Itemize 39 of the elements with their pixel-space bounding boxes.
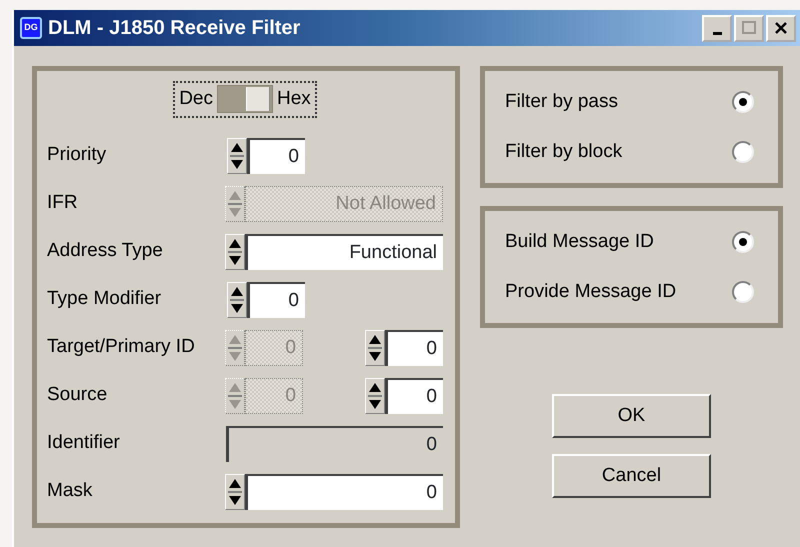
field-label: Priority <box>47 143 108 168</box>
field-label: Mask <box>47 479 94 504</box>
number-field[interactable]: 0 <box>245 474 443 510</box>
number-field[interactable]: Functional <box>245 234 443 270</box>
spin-button[interactable] <box>225 474 245 510</box>
field-label: IFR <box>47 191 79 216</box>
minimize-button[interactable] <box>702 14 732 42</box>
spin-button[interactable] <box>227 282 247 318</box>
option-label: Filter by block <box>505 140 622 164</box>
toggle-label: Hex <box>277 87 311 111</box>
dialog-button[interactable]: OK <box>552 394 711 438</box>
option-label: Build Message ID <box>505 230 654 254</box>
dialog-button[interactable]: Cancel <box>552 454 711 498</box>
app-icon: DG <box>20 17 42 39</box>
number-field[interactable]: 0 <box>247 138 305 174</box>
radio-button[interactable] <box>732 141 754 163</box>
window-title: DLM - J1850 Receive Filter <box>48 16 302 41</box>
number-field[interactable]: 0 <box>247 282 305 318</box>
close-button[interactable] <box>766 14 796 42</box>
readout-field: 0 <box>226 426 443 462</box>
radio-button[interactable] <box>732 91 754 113</box>
field-label: Target/Primary ID <box>47 335 196 360</box>
maximize-icon <box>741 20 757 36</box>
spin-button[interactable] <box>365 378 385 414</box>
spin-button[interactable] <box>365 330 385 366</box>
field-label: Identifier <box>47 431 121 456</box>
field-label: Source <box>47 383 108 408</box>
minimize-icon <box>712 32 722 34</box>
close-icon <box>773 20 789 36</box>
toggle-label: Dec <box>179 87 213 111</box>
field-label: Type Modifier <box>47 287 162 312</box>
option-label: Filter by pass <box>505 90 618 114</box>
option-label: Provide Message ID <box>505 280 676 304</box>
radio-button[interactable] <box>732 281 754 303</box>
spin-button[interactable] <box>227 138 247 174</box>
field-label: Address Type <box>47 239 164 264</box>
radio-button[interactable] <box>732 231 754 253</box>
spin-button[interactable] <box>225 234 245 270</box>
base-toggle[interactable]: Dec Hex <box>173 81 317 118</box>
